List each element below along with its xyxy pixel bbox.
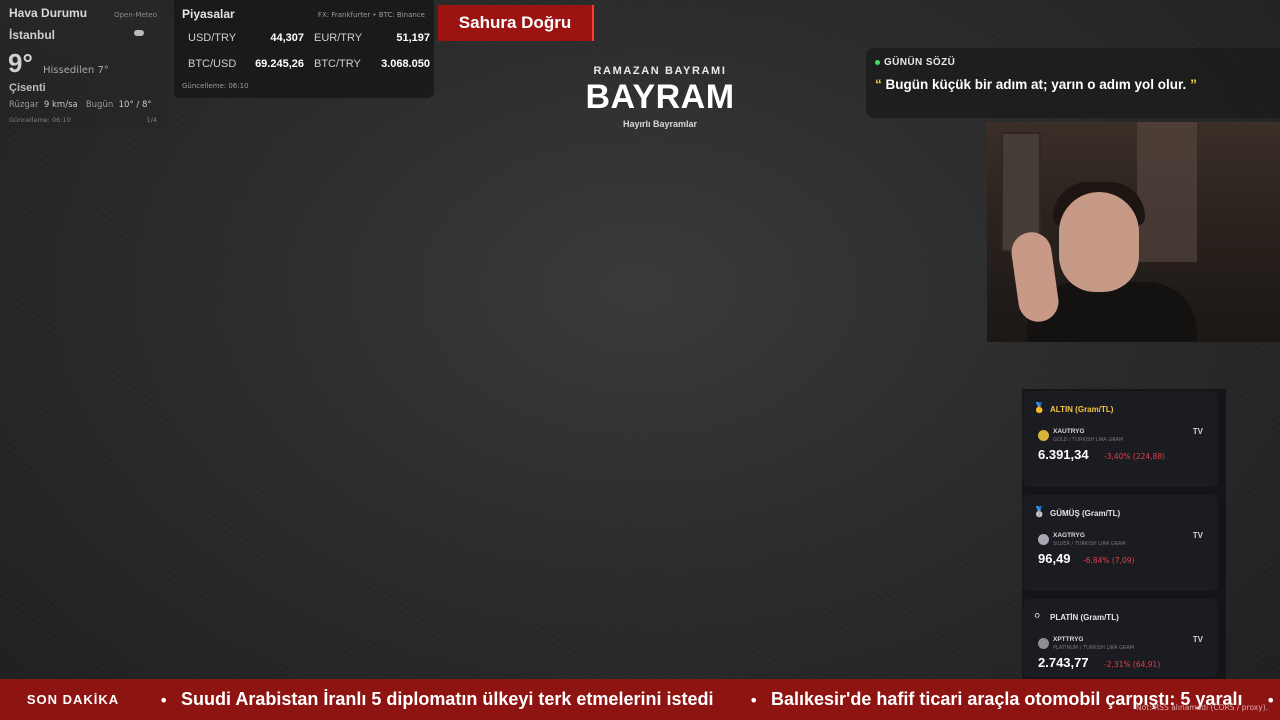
commodity-price: 2.743,77 [1038,655,1089,670]
webcam-person-hand [1008,229,1062,325]
gold-medal-icon: 🥇 [1033,403,1046,414]
market-row: BTC/TRY 3.068.050 [314,58,430,70]
quote-label: GÜNÜN SÖZÜ [884,57,956,68]
weather-source: Open-Meteo [114,11,157,19]
ticker-error-note: Not: RSS alınamadı (CORS / proxy). [1136,703,1268,712]
commodity-symbol: XAGTRYG [1053,532,1085,539]
tradingview-logo-icon: TV [1192,635,1203,644]
commodity-price: 96,49 [1038,551,1071,566]
tradingview-logo-icon: TV [1192,427,1203,436]
commodity-symbol: XAUTRYG [1053,428,1085,435]
weather-updated: Güncelleme: 06:10 [9,116,71,124]
commodity-change: -3,40% (224,88) [1104,452,1166,461]
event-greeting: Hayırlı Bayramlar [622,119,698,129]
live-dot-icon [875,60,880,65]
tradingview-logo-icon: TV [1192,531,1203,540]
markets-title: Piyasalar [182,7,235,21]
market-row: BTC/USD 69.245,26 [188,58,304,70]
ticker-item: Suudi Arabistan İranlı 5 diplomatın ülke… [181,689,714,709]
weather-condition: Çisenti [9,82,46,94]
cloud-icon [134,30,144,36]
commodity-change: -6,84% (7,09) [1083,556,1135,565]
event-subtitle: RAMAZAN BAYRAMI [593,65,727,77]
commodity-price: 6.391,34 [1038,447,1089,462]
commodity-header: ALTIN (Gram/TL) [1050,405,1114,414]
webcam-background-wall [1137,122,1197,262]
sahur-countdown-label: Sahura Doğru [458,13,572,32]
commodity-description: PLATINUM / TURKISH LIRA GRAM [1053,645,1134,651]
platinum-coin-icon [1038,638,1049,649]
event-title: BAYRAM [585,78,735,116]
markets-widget: Piyasalar FX: Frankfurter • BTC: Binance… [174,0,434,98]
weather-page-indicator: 1/4 [146,116,157,124]
commodity-description: GOLD / TURKISH LIRA GRAM [1053,437,1124,443]
commodity-card-gold: 🥇 ALTIN (Gram/TL) XAUTRYG GOLD / TURKISH… [1024,392,1217,486]
markets-source: FX: Frankfurter • BTC: Binance [317,11,425,19]
weather-city: İstanbul [9,28,56,42]
webcam-feed [987,122,1280,342]
market-row: EUR/TRY 51,197 [314,32,430,44]
commodity-card-platinum: ⚪ PLATİN (Gram/TL) XPTTRYG PLATINUM / TU… [1024,600,1217,676]
quote-open-mark: “ [875,77,882,92]
quote-text: “ Bugün küçük bir adım at; yarın o adım … [875,77,1197,92]
breaking-news-ticker: SON DAKİKA • Suudi Arabistan İranlı 5 di… [0,679,1280,720]
commodity-description: SILVER / TURKISH LIRA GRAM [1053,541,1126,547]
sahur-countdown-banner: Sahura Doğru [438,5,594,41]
commodity-header: GÜMÜŞ (Gram/TL) [1050,509,1121,518]
webcam-person-head [1059,192,1139,292]
silver-coin-icon [1038,534,1049,545]
quote-of-the-day: GÜNÜN SÖZÜ “ Bugün küçük bir adım at; ya… [866,48,1280,118]
commodity-symbol: XPTTRYG [1053,636,1084,643]
commodity-card-silver: 🥈 GÜMÜŞ (Gram/TL) XAGTRYG SILVER / TURKI… [1024,496,1217,590]
quote-close-mark: ” [1190,77,1197,92]
ticker-bullet-icon: • [749,691,759,710]
markets-updated: Güncelleme: 06:10 [182,82,249,90]
commodity-change: -2,31% (64,91) [1104,660,1161,669]
market-row: USD/TRY 44,307 [188,32,304,44]
quote-body: Bugün küçük bir adım at; yarın o adım yo… [885,77,1187,92]
silver-medal-icon: 🥈 [1033,507,1046,518]
gold-coin-icon [1038,430,1049,441]
weather-wind-today: Rüzgar 9 km/sa Bugün 10° / 8° [9,100,152,110]
ticker-bullet-icon: • [159,691,169,710]
weather-widget: Hava Durumu Open-Meteo İstanbul 9° Hisse… [0,0,168,128]
platinum-medal-icon: ⚪ [1033,611,1042,622]
weather-temperature: 9° [8,48,33,78]
commodity-header: PLATİN (Gram/TL) [1050,613,1119,622]
weather-feels-like: Hissedilen 7° [43,65,109,76]
breaking-news-label: SON DAKİKA [26,692,120,707]
